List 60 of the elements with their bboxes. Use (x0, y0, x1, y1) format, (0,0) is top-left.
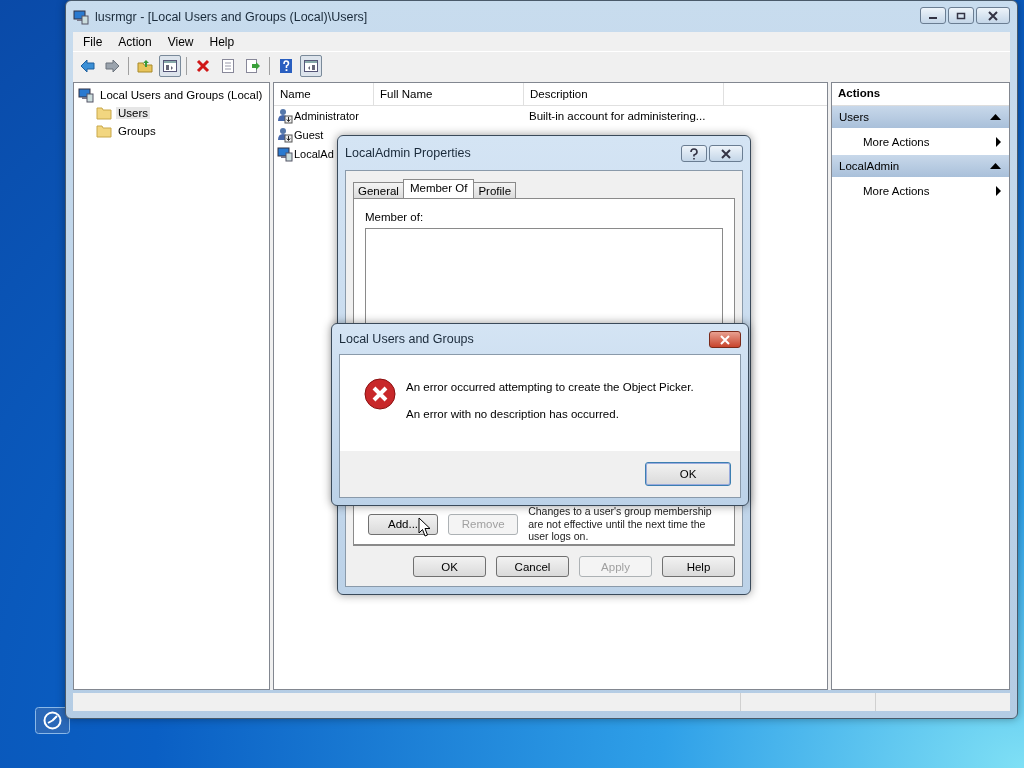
restore-icon (956, 11, 966, 20)
action-item[interactable]: More Actions (832, 177, 1009, 204)
list-button[interactable]: Add... (368, 513, 439, 535)
restore-button[interactable] (948, 7, 974, 24)
folder-icon (96, 123, 112, 139)
dialog-title: Local Users and Groups (339, 332, 475, 346)
close-icon (719, 334, 731, 345)
dialog-button[interactable]: Help (662, 556, 735, 577)
user-icon (277, 126, 293, 143)
minimize-button[interactable] (920, 7, 946, 24)
tab[interactable]: Profile (473, 182, 517, 198)
menu-item[interactable]: Help (201, 34, 243, 49)
submenu-arrow-icon (996, 136, 1001, 147)
column-header[interactable]: Description (524, 83, 724, 105)
dialog-button[interactable]: OK (413, 556, 486, 577)
tab[interactable]: General (353, 182, 404, 198)
tab[interactable]: Member Of (402, 179, 475, 198)
error-message: An error occurred attempting to create the Object Picker. (406, 381, 694, 393)
menu-item[interactable]: View (159, 34, 202, 49)
column-header[interactable]: Name (274, 83, 374, 105)
column-header[interactable]: Full Name (374, 83, 524, 105)
submenu-arrow-icon (996, 185, 1001, 196)
note-text: Changes to a user's group membership are not effective until the next time the user logs on. (528, 505, 713, 543)
computer-icon (78, 87, 94, 103)
dialog-button[interactable]: Cancel (496, 556, 569, 577)
close-button[interactable] (709, 145, 743, 162)
collapse-triangle-icon (990, 163, 1001, 169)
field-label: Member of: (365, 211, 425, 223)
window-title: lusrmgr - [Local Users and Groups (Local)\Users] (95, 9, 369, 24)
close-button[interactable] (709, 331, 741, 348)
close-button[interactable] (976, 7, 1010, 24)
question-mark-icon (689, 147, 699, 160)
action-item[interactable]: More Actions (832, 128, 1009, 155)
error-message: An error with no description has occurred. (406, 408, 620, 420)
panel-icon[interactable] (300, 54, 322, 77)
ok-button[interactable]: OK (645, 462, 731, 486)
folder-icon (96, 105, 112, 121)
table-cell-text: Built-in account for administering... (528, 109, 707, 122)
mouse-pointer-icon (418, 517, 432, 538)
tree-item[interactable]: Groups (116, 125, 158, 137)
gadget-icon[interactable] (35, 707, 70, 734)
panel-icon[interactable] (159, 54, 181, 77)
close-icon (720, 148, 732, 159)
section-header[interactable]: LocalAdmin (832, 155, 1009, 177)
app-icon (73, 8, 89, 25)
table-cell: Administrator (294, 109, 359, 122)
menu-item[interactable]: Action (110, 34, 160, 49)
error-icon (364, 378, 396, 410)
user-icon (277, 107, 293, 124)
table-cell: LocalAd (294, 147, 334, 160)
tree-item[interactable]: Users (116, 107, 151, 119)
collapse-triangle-icon (990, 114, 1001, 120)
section-header[interactable]: Users (832, 106, 1009, 128)
menu-item[interactable]: File (75, 34, 111, 49)
table-cell: Guest (294, 128, 324, 141)
tree-item[interactable]: Local Users and Groups (Local) (98, 89, 265, 101)
user-icon (277, 145, 293, 162)
help-button[interactable] (681, 145, 707, 162)
dialog-title: LocalAdmin Properties (345, 146, 472, 160)
close-icon (987, 10, 999, 21)
